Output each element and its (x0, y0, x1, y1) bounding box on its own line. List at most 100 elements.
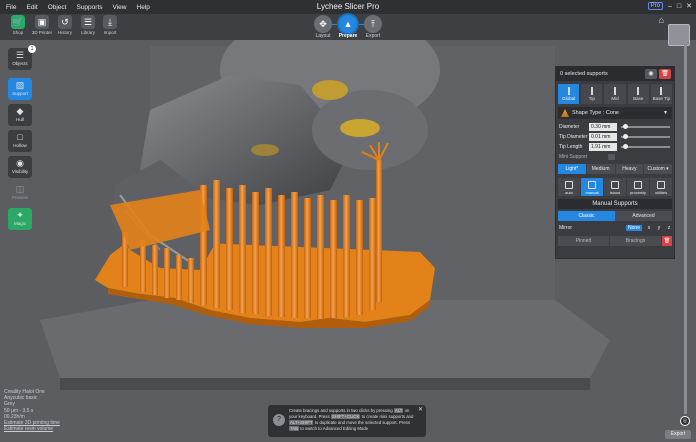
preview-button[interactable]: ◫ Preview (8, 182, 32, 204)
mode-island[interactable]: island (604, 178, 626, 196)
printer-icon: ▣ (35, 15, 49, 29)
mode-prepare[interactable]: ▲ Prepare (337, 15, 359, 39)
hint-text-5: to duplicate and move the selected suppo… (314, 420, 398, 425)
shop-button[interactable]: 🛒 Shop (7, 15, 29, 35)
shop-label: Shop (12, 30, 24, 35)
selected-supports-count: 0 selected supports (560, 71, 608, 77)
move-icon: ✥ (314, 15, 332, 33)
home-icon[interactable]: ⌂ (659, 15, 664, 25)
visibility-toggle-icon[interactable]: ◉ (645, 69, 657, 79)
import-icon: ⤓ (103, 15, 117, 29)
tip-tip[interactable]: Tip (581, 84, 603, 104)
mode-auto[interactable]: auto (558, 178, 580, 196)
close-icon[interactable]: ✕ (686, 2, 692, 10)
tip-selector: Global Tip Mid Base Base Tip (556, 81, 674, 104)
history-label: History (57, 30, 72, 35)
title-bar: File Edit Object Supports View Help Lych… (0, 0, 696, 14)
support-tool-label: Support (12, 91, 28, 96)
density-medium[interactable]: Medium (586, 164, 615, 174)
support-tool-button[interactable]: ▧ Support (8, 78, 32, 100)
trash-icon[interactable]: 🗑 (662, 236, 672, 246)
support-icon: ▲ (339, 15, 357, 33)
left-toolbar: ☰ Objects 1 ▧ Support ◆ Hull □ Hollow ◉ … (8, 45, 36, 234)
hint-text-3: to create mini supports (361, 414, 406, 419)
close-hint-icon[interactable]: ✕ (418, 407, 423, 413)
cart-icon: 🛒 (11, 15, 25, 29)
classic-tab[interactable]: Classic (558, 211, 615, 221)
bracings-button[interactable]: Bracings (610, 236, 661, 246)
mirror-z[interactable]: z (664, 225, 674, 231)
help-icon: ? (273, 414, 285, 426)
mini-support-row: Mini Support (556, 154, 674, 162)
magic-button[interactable]: ✦ Magic (8, 208, 32, 230)
delete-supports-icon[interactable]: 🗑 (659, 69, 671, 79)
export-button[interactable]: Export (665, 430, 691, 439)
advanced-tab[interactable]: Advanced (615, 211, 672, 221)
tip-diameter-field[interactable]: 0.01 mm (589, 133, 617, 141)
param-diameter: Diameter 0.30 mm (556, 122, 674, 132)
hull-button[interactable]: ◆ Hull (8, 104, 32, 126)
mini-support-checkbox[interactable] (608, 154, 615, 160)
mode-manual[interactable]: manual (581, 178, 603, 196)
mode-utilities[interactable]: utilities (650, 178, 672, 196)
hint-text-7: to switch to Advanced Editing Mode (300, 426, 369, 431)
visibility-label: Visibility (11, 169, 29, 174)
tip-base[interactable]: Base (627, 84, 649, 104)
tip-global[interactable]: Global (558, 84, 580, 104)
visibility-button[interactable]: ◉ Visibility (8, 156, 32, 178)
library-icon: ☰ (81, 15, 95, 29)
mode-prepare-label: Prepare (338, 33, 358, 39)
eye-icon: ◉ (16, 158, 24, 168)
mini-support-label: Mini Support (559, 154, 588, 160)
estimate-resin-link[interactable]: Estimate resin volume (4, 426, 60, 432)
import-button[interactable]: ⤓ Import (99, 15, 121, 35)
mode-layout[interactable]: ✥ Layout (312, 15, 334, 39)
maximize-icon[interactable]: □ (677, 3, 681, 10)
param-tip-length: Tip Length 1.91 mm (556, 142, 674, 152)
pro-badge[interactable]: Pro (647, 2, 663, 10)
mode-export[interactable]: ⤒ Export (362, 15, 384, 39)
tip-mid[interactable]: Mid (604, 84, 626, 104)
manual-supports-title: Manual Supports (558, 199, 672, 209)
printer-label: 3D Printer (31, 30, 53, 35)
tip-length-slider[interactable] (621, 144, 670, 149)
tip-diameter-slider[interactable] (621, 134, 670, 139)
tip-base-tip[interactable]: Base Tip (650, 84, 673, 104)
tip-diameter-label: Tip Diameter (559, 134, 588, 140)
minimize-icon[interactable]: – (668, 3, 672, 10)
support-icon: ▧ (15, 80, 25, 90)
mode-layout-label: Layout (315, 33, 331, 39)
history-button[interactable]: ↺ History (54, 15, 76, 35)
density-custom[interactable]: Custom ▾ (644, 164, 672, 174)
diameter-slider[interactable] (621, 124, 670, 129)
mirror-row: Mirror None x y z (556, 223, 674, 233)
diameter-field[interactable]: 0.30 mm (589, 123, 617, 131)
printer-button[interactable]: ▣ 3D Printer (31, 15, 53, 35)
magic-wand-icon: ✦ (16, 210, 24, 220)
hint-text-6: Press (399, 420, 411, 425)
mirror-y[interactable]: y (654, 225, 664, 231)
density-light[interactable]: Light* (558, 164, 586, 174)
hint-key-tab: TAB (289, 426, 300, 431)
density-selector: Light* Medium Heavy Custom ▾ (558, 164, 672, 174)
view-cube[interactable] (668, 24, 690, 46)
tip-length-field[interactable]: 1.91 mm (589, 143, 617, 151)
density-heavy[interactable]: Heavy (615, 164, 644, 174)
app-title: Lychee Slicer Pro (316, 2, 380, 11)
mirror-x[interactable]: x (644, 225, 654, 231)
library-label: Library (81, 30, 95, 35)
layer-slider[interactable] (684, 44, 687, 414)
hull-icon: ◆ (16, 106, 24, 116)
mirror-none[interactable]: None (626, 225, 642, 231)
hollow-label: Hollow (13, 143, 27, 148)
library-button[interactable]: ☰ Library (77, 15, 99, 35)
mode-proximity[interactable]: proximity (627, 178, 649, 196)
shape-type-select[interactable]: Shape Type : Cone ▼ (558, 107, 672, 119)
editing-mode-selector: Classic Advanced (558, 211, 672, 221)
hollow-icon: □ (17, 132, 23, 142)
hollow-button[interactable]: □ Hollow (8, 130, 32, 152)
panel-footer: Pinned Bracings 🗑 (558, 236, 672, 246)
objects-button[interactable]: ☰ Objects 1 (8, 45, 36, 70)
pinned-button[interactable]: Pinned (558, 236, 609, 246)
layer-slider-knob[interactable]: ◎ (680, 416, 690, 426)
